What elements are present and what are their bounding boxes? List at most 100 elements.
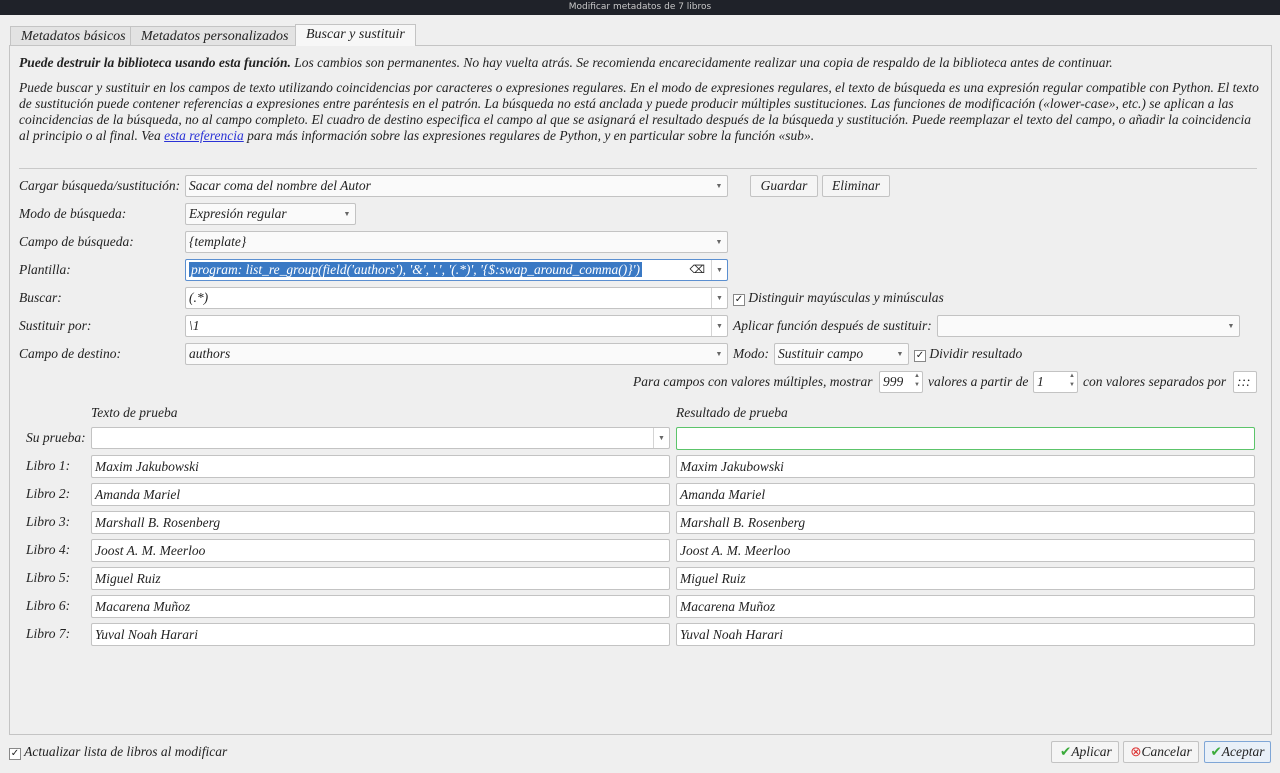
tab-search-replace[interactable]: Buscar y sustituir: [295, 24, 416, 46]
function-label: Aplicar función después de sustituir:: [733, 318, 932, 333]
tab-custom-metadata[interactable]: Metadatos personalizados: [130, 26, 300, 46]
your-test-result: [676, 427, 1255, 450]
field-value: {template}: [189, 234, 247, 249]
delete-button[interactable]: Eliminar: [822, 175, 890, 197]
apply-button[interactable]: ✔Aplicar: [1051, 741, 1119, 763]
book-label: Libro 5:: [26, 570, 71, 585]
book-test-text[interactable]: Yuval Noah Harari: [91, 623, 670, 646]
multi-sep-input[interactable]: :::: [1233, 371, 1257, 393]
checkbox-checked-icon[interactable]: ✓: [733, 294, 745, 306]
your-test-label: Su prueba:: [26, 430, 86, 445]
check-icon: ✔: [1060, 744, 1072, 759]
book-label: Libro 1:: [26, 458, 71, 473]
multi-count: 999: [883, 374, 904, 389]
book-label: Libro 4:: [26, 542, 71, 557]
chevron-down-icon: ▼: [715, 350, 723, 358]
test-text-header: Texto de prueba: [91, 405, 178, 420]
function-select[interactable]: ▼: [937, 315, 1240, 337]
book-test-result: Macarena Muñoz: [676, 595, 1255, 618]
chevron-down-icon: ▼: [343, 210, 351, 218]
accept-button[interactable]: ✔Aceptar: [1204, 741, 1271, 763]
chevron-down-icon[interactable]: ▼: [711, 288, 727, 308]
case-sensitive-checkbox[interactable]: ✓ Distinguir mayúsculas y minúsculas: [733, 287, 944, 309]
warning-text: Puede destruir la biblioteca usando esta…: [19, 55, 1259, 71]
search-value: (.*): [189, 290, 209, 305]
chevron-down-icon: ▼: [715, 238, 723, 246]
spinner-icon[interactable]: ▲ ▼: [912, 372, 922, 392]
your-test-input[interactable]: ▼: [91, 427, 670, 449]
dest-mode-select[interactable]: Sustituir campo ▼: [774, 343, 909, 365]
book-test-text[interactable]: Amanda Mariel: [91, 483, 670, 506]
checkbox-checked-icon[interactable]: ✓: [9, 748, 21, 760]
search-field-label: Campo de búsqueda:: [19, 234, 134, 249]
book-test-result: Miguel Ruiz: [676, 567, 1255, 590]
split-result-checkbox[interactable]: ✓ Dividir resultado: [914, 343, 1022, 365]
replace-value: \1: [189, 318, 200, 333]
cancel-icon: ⊗: [1130, 744, 1142, 759]
tab-basic-metadata[interactable]: Metadatos básicos: [10, 26, 137, 46]
chevron-down-icon: ▼: [715, 182, 723, 190]
checkbox-checked-icon[interactable]: ✓: [914, 350, 926, 362]
book-test-text[interactable]: Marshall B. Rosenberg: [91, 511, 670, 534]
apply-label: Aplicar: [1071, 744, 1112, 759]
multi-from-label: valores a partir de: [928, 374, 1029, 389]
chevron-down-icon[interactable]: ▼: [711, 316, 727, 336]
multi-from-spinbox[interactable]: 1 ▲ ▼: [1033, 371, 1078, 393]
book-label: Libro 2:: [26, 486, 71, 501]
warning-rest: Los cambios son permanentes. No hay vuel…: [290, 55, 1113, 70]
chevron-down-icon[interactable]: ▼: [653, 428, 669, 448]
multi-label: Para campos con valores múltiples, mostr…: [633, 374, 873, 389]
book-label: Libro 7:: [26, 626, 71, 641]
mode-label: Modo de búsqueda:: [19, 206, 127, 221]
multi-sep-label: con valores separados por: [1083, 374, 1227, 389]
search-input[interactable]: (.*) ▼: [185, 287, 728, 309]
accept-label: Aceptar: [1221, 744, 1265, 759]
book-test-result: Amanda Mariel: [676, 483, 1255, 506]
replace-label: Sustituir por:: [19, 318, 92, 333]
save-button[interactable]: Guardar: [750, 175, 818, 197]
help-after: para más información sobre las expresion…: [243, 128, 815, 143]
search-mode-select[interactable]: Expresión regular ▼: [185, 203, 356, 225]
search-label: Buscar:: [19, 290, 62, 305]
replace-input[interactable]: \1 ▼: [185, 315, 728, 337]
spinner-icon[interactable]: ▲ ▼: [1067, 372, 1077, 392]
warning-bold: Puede destruir la biblioteca usando esta…: [19, 55, 291, 70]
split-label: Dividir resultado: [929, 346, 1023, 361]
dest-mode-value: Sustituir campo: [778, 346, 864, 361]
book-test-text[interactable]: Joost A. M. Meerloo: [91, 539, 670, 562]
chevron-down-icon: ▼: [1227, 322, 1235, 330]
chevron-down-icon[interactable]: ▼: [711, 260, 727, 280]
book-label: Libro 6:: [26, 598, 71, 613]
template-input[interactable]: program: list_re_group(field('authors'),…: [185, 259, 728, 281]
load-label: Cargar búsqueda/sustitución:: [19, 178, 181, 193]
multi-count-spinbox[interactable]: 999 ▲ ▼: [879, 371, 923, 393]
load-search-combo[interactable]: Sacar coma del nombre del Autor ▼: [185, 175, 728, 197]
book-test-result: Maxim Jakubowski: [676, 455, 1255, 478]
cancel-button[interactable]: ⊗Cancelar: [1123, 741, 1199, 763]
chevron-down-icon: ▼: [896, 350, 904, 358]
book-test-text[interactable]: Maxim Jakubowski: [91, 455, 670, 478]
book-label: Libro 3:: [26, 514, 71, 529]
book-test-text[interactable]: Miguel Ruiz: [91, 567, 670, 590]
test-result-header: Resultado de prueba: [676, 405, 788, 420]
load-value: Sacar coma del nombre del Autor: [189, 178, 371, 193]
template-value: program: list_re_group(field('authors'),…: [189, 262, 643, 277]
template-label: Plantilla:: [19, 262, 71, 277]
reference-link[interactable]: esta referencia: [164, 128, 244, 143]
dest-label: Campo de destino:: [19, 346, 121, 361]
window-title: Modificar metadatos de 7 libros: [0, 0, 1280, 15]
book-test-result: Joost A. M. Meerloo: [676, 539, 1255, 562]
update-list-checkbox[interactable]: ✓ Actualizar lista de libros al modifica…: [9, 741, 227, 763]
case-label: Distinguir mayúsculas y minúsculas: [748, 290, 944, 305]
book-test-text[interactable]: Macarena Muñoz: [91, 595, 670, 618]
help-text: Puede buscar y sustituir en los campos d…: [19, 80, 1259, 144]
cancel-label: Cancelar: [1141, 744, 1192, 759]
update-label: Actualizar lista de libros al modificar: [24, 744, 228, 759]
dest-field-select[interactable]: authors ▼: [185, 343, 728, 365]
clear-icon[interactable]: ⌫: [689, 260, 705, 280]
search-field-select[interactable]: {template} ▼: [185, 231, 728, 253]
dest-value: authors: [189, 346, 231, 361]
multi-from: 1: [1037, 374, 1044, 389]
dest-mode-label: Modo:: [733, 346, 769, 361]
separator: [19, 168, 1257, 169]
